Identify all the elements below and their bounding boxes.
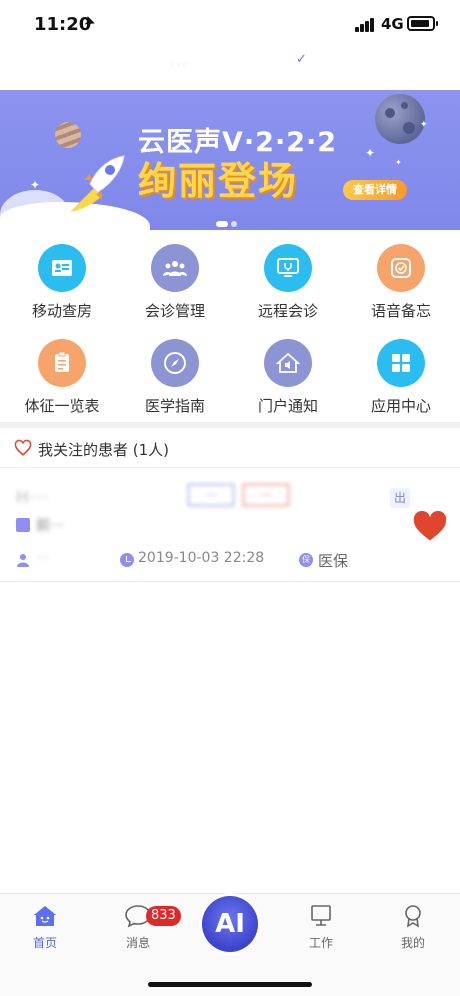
grid-item-mobile-rounds[interactable]: 移动查房 [0,236,115,328]
heart-filled-icon[interactable] [412,510,448,542]
carousel-dot[interactable] [231,221,237,227]
diagnosis-icon [16,518,30,532]
grid-label: 远程会诊 [257,302,318,320]
tab-label: 我的 [400,936,425,950]
grid-label: 门户通知 [257,397,318,415]
heart-outline-icon [14,439,32,456]
grid-label: 医学指南 [144,397,205,415]
star-icon: ✦ [420,120,428,130]
tab-home[interactable]: 首页 [10,904,80,951]
patient-card[interactable]: H··· ··· ··· 出 前··· ··· 2019-10-03 22:28… [0,478,460,582]
patient-tag-red: ··· [243,484,289,506]
home-indicator[interactable] [148,982,312,987]
dropdown-check-icon[interactable]: ✓ [296,52,307,67]
followed-patients-header: 我关注的患者 (1人) [0,430,460,468]
carousel-dot-active[interactable] [216,221,228,227]
work-icon [308,904,334,928]
grid-label: 会诊管理 [144,302,205,320]
grid-item-voice-memo[interactable]: 语音备忘 [339,236,454,328]
tab-label: 消息 [125,936,150,950]
grid-label: 移动查房 [31,302,92,320]
tab-work[interactable]: 工作 [286,904,356,951]
tab-profile[interactable]: 我的 [378,904,448,951]
grid-item-app-center[interactable]: 应用中心 [339,331,454,423]
battery-icon [407,16,438,31]
diagnosis-text: 前··· [36,518,64,534]
tab-label: 首页 [32,936,57,950]
message-count-badge: 833 [146,906,181,926]
remote-consult-icon [264,244,312,292]
tab-label: 工作 [308,936,333,950]
patient-name: H··· [16,488,49,508]
moon-icon [375,94,425,144]
insurance-icon: 保 [299,553,313,567]
status-badge: 出 [390,488,410,508]
star-icon: ✦ [365,146,376,160]
grid-item-consult-manage[interactable]: 会诊管理 [113,236,228,328]
mobile-rounds-icon [38,244,86,292]
compass-icon [151,339,199,387]
carousel-dots[interactable] [216,212,240,230]
hospital-title[interactable]: ... [170,54,189,70]
planet-icon [55,122,81,148]
status-bar: 11:20 ➤ 4G [0,0,460,48]
star-icon: ✦ [395,158,402,167]
insurance-text: 医保 [318,552,349,570]
promo-banner[interactable]: ✦ ✦ ✦ ✦ 云医声V·2·2·2 绚丽登场 查看详情 [0,90,460,230]
banner-slogan: 绚丽登场 [138,159,299,203]
ai-assistant-button[interactable]: AI [202,896,258,952]
header: ... ✓ [0,48,460,90]
patient-tag-blue: ··· [188,484,234,506]
grid-item-medical-guide[interactable]: 医学指南 [113,331,228,423]
vital-signs-icon [38,339,86,387]
network-label: 4G [381,15,404,33]
rocket-icon [70,155,125,212]
admit-time: 2019-10-03 22:28 [138,550,265,566]
followed-patients-title: 我关注的患者 (1人) [38,441,170,459]
consult-manage-icon [151,244,199,292]
grid-item-remote-consult[interactable]: 远程会诊 [226,236,341,328]
grid-label: 应用中心 [370,397,431,415]
portal-notice-icon [264,339,312,387]
doctor-name: ··· [36,550,50,566]
signal-icon [355,18,375,32]
grid-item-portal-notice[interactable]: 门户通知 [226,331,341,423]
ai-label: AI [215,909,245,939]
voice-memo-icon [377,244,425,292]
app-center-icon [377,339,425,387]
grid-label: 语音备忘 [370,302,431,320]
grid-label: 体征一览表 [24,397,100,415]
app-screen: 11:20 ➤ 4G ... ✓ ✦ ✦ ✦ ✦ 云医声V·2·2·2 绚丽登场… [0,0,460,996]
home-icon [32,904,58,928]
banner-detail-button[interactable]: 查看详情 [343,180,407,200]
grid-item-vital-signs[interactable]: 体征一览表 [0,331,115,423]
profile-icon [400,904,426,928]
doctor-icon [17,554,29,567]
star-icon: ✦ [30,178,41,192]
clock-icon [120,553,134,567]
section-divider [0,422,460,428]
